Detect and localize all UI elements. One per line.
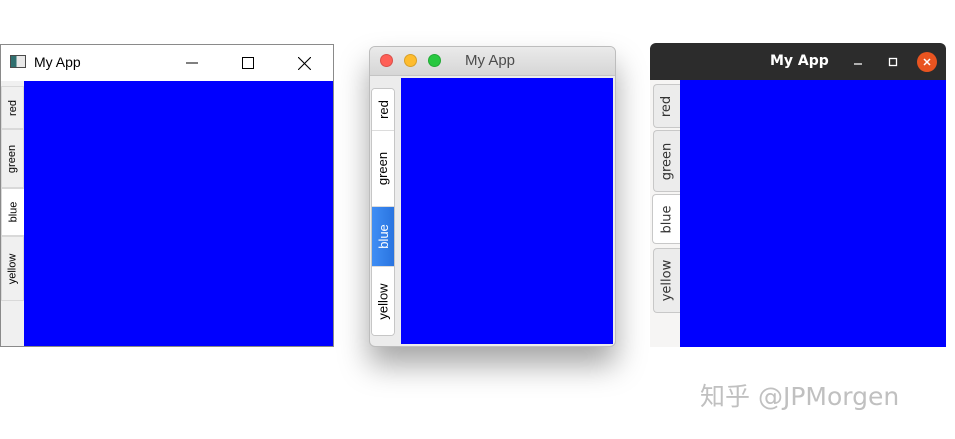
tab-blue[interactable]: blue: [652, 194, 681, 244]
maximize-button[interactable]: [883, 52, 903, 72]
tab-label: blue: [6, 201, 19, 223]
tab-red[interactable]: red: [1, 86, 24, 129]
tab-red[interactable]: red: [653, 84, 680, 128]
title-bar[interactable]: My App: [370, 47, 615, 76]
tab-label: green: [375, 151, 391, 186]
tab-blue[interactable]: blue: [1, 188, 24, 236]
tab-green[interactable]: green: [372, 131, 394, 207]
minimize-icon: [854, 63, 862, 65]
maximize-button[interactable]: [225, 45, 271, 81]
tab-label: yellow: [375, 282, 391, 320]
window-title: My App: [770, 53, 829, 69]
content-pane: [401, 78, 613, 344]
tab-label: yellow: [659, 259, 675, 302]
tab-yellow[interactable]: yellow: [1, 236, 24, 301]
minimize-icon: [186, 62, 198, 64]
tab-label: red: [659, 95, 675, 117]
content-pane: [24, 81, 333, 346]
tab-yellow[interactable]: yellow: [653, 248, 680, 313]
title-bar[interactable]: My App: [1, 45, 333, 81]
app-icon: [10, 55, 26, 68]
windows-app-window: My App red green blue yellow: [0, 44, 334, 347]
tab-yellow[interactable]: yellow: [372, 267, 394, 335]
maximize-icon: [242, 57, 254, 69]
tab-blue[interactable]: blue: [372, 207, 394, 267]
close-icon: [923, 58, 931, 66]
close-button[interactable]: [917, 52, 937, 72]
content-pane: [680, 80, 946, 347]
mac-app-window: My App red green blue yellow: [369, 46, 616, 347]
tab-red[interactable]: red: [372, 89, 394, 131]
window-title: My App: [34, 54, 81, 70]
tab-green[interactable]: green: [1, 129, 24, 188]
close-traffic-light[interactable]: [380, 54, 393, 67]
close-button[interactable]: [281, 45, 327, 81]
tab-label: red: [375, 100, 391, 119]
minimize-button[interactable]: [169, 45, 215, 81]
title-bar[interactable]: My App: [650, 43, 946, 80]
minimize-traffic-light[interactable]: [404, 54, 417, 67]
tab-green[interactable]: green: [653, 130, 680, 192]
tab-strip: red green blue yellow: [1, 81, 25, 346]
maximize-icon: [888, 57, 898, 67]
tab-label: red: [6, 99, 19, 116]
zoom-traffic-light[interactable]: [428, 54, 441, 67]
tab-group: red green blue yellow: [371, 88, 395, 336]
tab-label: green: [6, 144, 19, 173]
tab-label: blue: [659, 204, 675, 234]
tab-label: yellow: [6, 253, 19, 284]
tab-label: green: [659, 142, 675, 180]
tab-label: blue: [375, 224, 391, 249]
watermark: 知乎 @JPMorgen: [700, 382, 900, 411]
window-title: My App: [465, 52, 516, 69]
close-icon: [297, 56, 311, 70]
minimize-button[interactable]: [848, 52, 868, 72]
ubuntu-app-window: My App red green blue yellow: [650, 43, 946, 347]
